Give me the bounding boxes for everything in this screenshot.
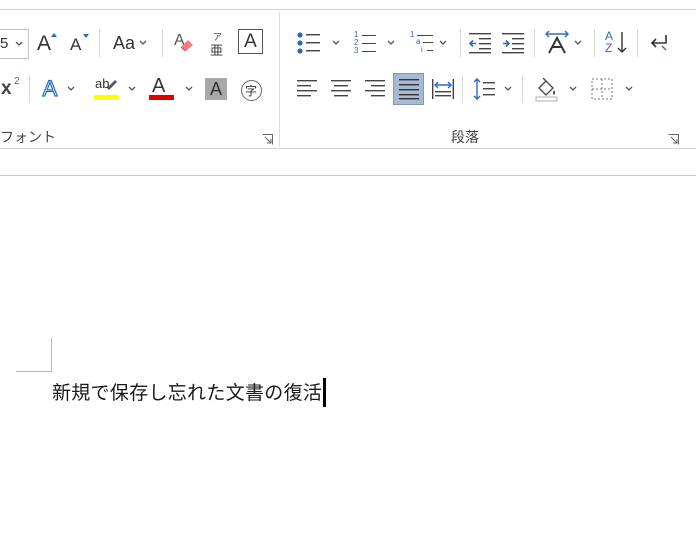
ribbon: 5 A A Aa A ア 亜 A x 2 A ab A A 字 フォント 1 2… <box>0 0 696 149</box>
superscript-icon: x 2 <box>1 76 20 99</box>
chevron-down-icon <box>574 40 582 46</box>
ruler-area <box>0 149 696 175</box>
shrink-font-icon: A <box>66 31 92 57</box>
multilevel-list-button[interactable]: 1 a i <box>405 29 451 57</box>
character-shading-button[interactable]: A <box>205 78 227 100</box>
font-size-value: 5 <box>0 35 9 52</box>
chevron-down-icon <box>439 40 447 46</box>
separator <box>29 75 30 103</box>
decrease-indent-button[interactable] <box>467 29 493 57</box>
justify-icon <box>398 79 419 100</box>
font-color-icon: A <box>147 75 175 103</box>
decrease-indent-icon <box>468 33 491 54</box>
chevron-down-icon <box>185 86 193 92</box>
chevron-down-icon <box>139 40 147 46</box>
document-body[interactable]: 新規で保存し忘れた文書の復活 <box>52 377 327 409</box>
sort-button[interactable]: A Z <box>602 29 630 57</box>
align-center-icon <box>331 80 351 97</box>
line-spacing-icon <box>473 78 495 100</box>
text-cursor <box>323 377 327 407</box>
separator <box>462 75 463 103</box>
numbering-button[interactable]: 1 2 3 <box>349 29 399 57</box>
margin-corner-mark <box>51 338 52 372</box>
phonetic-guide-icon: ア 亜 <box>210 33 224 59</box>
ribbon-top-border <box>0 9 696 10</box>
align-right-button[interactable] <box>362 76 388 102</box>
text-effects-icon: A <box>42 75 58 101</box>
show-formatting-marks-button[interactable] <box>645 29 671 57</box>
font-size-combo[interactable]: 5 <box>0 29 29 59</box>
align-right-icon <box>365 80 385 97</box>
multilevel-list-icon: 1 a i <box>409 30 437 56</box>
bullets-button[interactable] <box>293 29 343 57</box>
distributed-button[interactable] <box>430 76 456 102</box>
paragraph-dialog-launcher[interactable] <box>668 130 679 145</box>
chevron-down-icon <box>387 40 395 46</box>
separator <box>460 29 461 57</box>
numbering-icon: 1 2 3 <box>353 30 379 56</box>
paragraph-shading-button[interactable] <box>530 75 580 103</box>
separator <box>534 29 535 57</box>
separator <box>162 29 163 57</box>
change-case-button[interactable]: Aa <box>107 30 153 56</box>
borders-icon <box>591 78 613 100</box>
group-separator <box>279 12 280 147</box>
distributed-icon <box>432 79 454 99</box>
separator <box>522 75 523 103</box>
clear-formatting-button[interactable]: A <box>170 29 198 57</box>
bullets-icon <box>297 32 320 54</box>
character-border-icon: A <box>244 30 257 52</box>
increase-indent-button[interactable] <box>500 29 526 57</box>
chevron-down-icon <box>625 86 633 92</box>
highlight-color-button[interactable]: ab <box>90 75 138 103</box>
line-spacing-button[interactable] <box>469 75 515 103</box>
character-border-button[interactable]: A <box>238 29 263 54</box>
change-case-icon: Aa <box>112 32 136 53</box>
clear-formatting-icon: A <box>170 29 198 57</box>
separator <box>594 29 595 57</box>
justify-button[interactable] <box>393 73 424 105</box>
sort-icon: A Z <box>602 29 630 57</box>
grow-font-icon: A <box>34 29 60 57</box>
font-color-button[interactable]: A <box>146 75 194 103</box>
document-text-line[interactable]: 新規で保存し忘れた文書の復活 <box>52 382 322 404</box>
superscript-button[interactable]: x 2 <box>0 76 24 102</box>
document-canvas[interactable] <box>0 176 696 540</box>
dialog-launcher-icon <box>262 134 273 145</box>
highlight-icon: ab <box>92 75 122 103</box>
text-effects-button[interactable]: A <box>36 75 82 103</box>
align-center-button[interactable] <box>328 76 354 102</box>
separator <box>99 29 100 57</box>
align-left-icon <box>297 80 317 97</box>
enclose-characters-button[interactable]: 字 <box>239 78 263 102</box>
chevron-down-icon <box>67 86 75 92</box>
dialog-launcher-icon <box>668 134 679 145</box>
paint-bucket-icon <box>535 77 558 102</box>
chevron-down-icon <box>569 86 577 92</box>
shrink-font-button[interactable]: A <box>66 31 92 57</box>
character-shading-icon: A <box>209 78 222 99</box>
margin-corner-mark <box>16 371 52 372</box>
asian-layout-icon <box>544 30 570 56</box>
separator <box>637 29 638 57</box>
paragraph-mark-icon <box>650 35 667 51</box>
asian-layout-button[interactable] <box>541 29 585 57</box>
paragraph-group-label: 段落 <box>451 130 479 146</box>
grow-font-button[interactable]: A <box>34 29 60 57</box>
font-group-label: フォント <box>0 130 56 146</box>
borders-button[interactable] <box>588 75 636 103</box>
chevron-down-icon <box>504 86 512 92</box>
increase-indent-icon <box>502 33 524 54</box>
font-dialog-launcher[interactable] <box>262 130 273 145</box>
chevron-down-icon <box>128 86 136 92</box>
enclose-characters-icon: 字 <box>240 79 262 101</box>
chevron-down-icon <box>14 39 24 49</box>
align-left-button[interactable] <box>294 76 320 102</box>
chevron-down-icon <box>332 40 340 46</box>
phonetic-guide-button[interactable]: ア 亜 <box>204 29 230 59</box>
